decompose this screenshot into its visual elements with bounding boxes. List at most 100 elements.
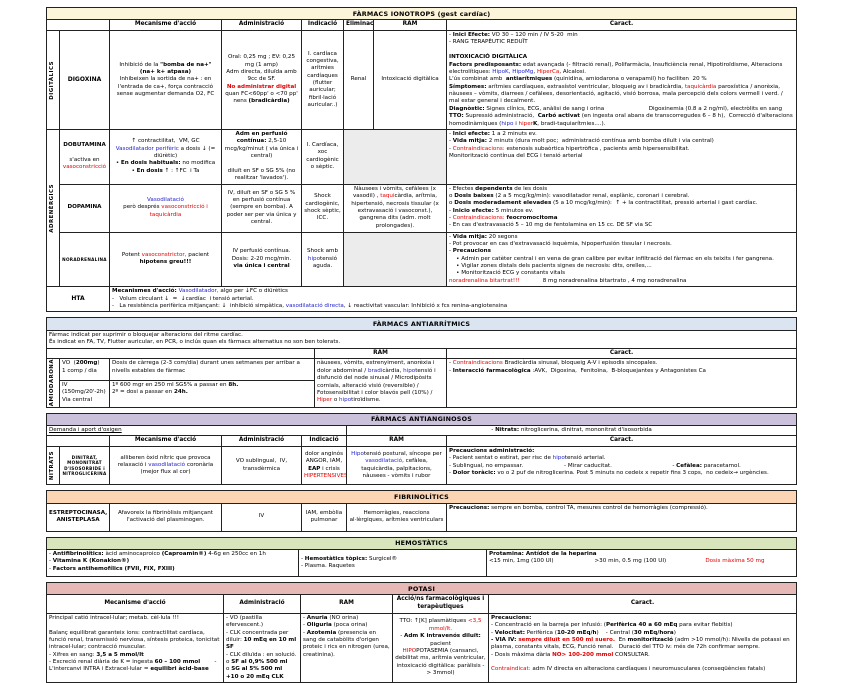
estreptocinasa-ram: Hemorràgies, reaccions al·lèrgiques, arí… — [347, 503, 447, 531]
noradrenalina-row: NORADRENALINA Potent vasoconstrictor, pa… — [47, 232, 797, 287]
estreptocinasa-administration: IV — [222, 503, 302, 531]
digoxina-administration: Oral: 0,25 mg ; EV: 0,25 mg (1 amp)Adm d… — [222, 31, 302, 130]
noradrenalina-mechanism: Potent vasoconstrictor, pacient hipotens… — [110, 232, 222, 287]
nitrats-row: NITRATS DINITRAT,MONONITRATD'ISOSORBIDE … — [47, 447, 797, 485]
dobutamina-indication: I. Cardíaca, xoc cardiogènic o sèptic. — [302, 129, 344, 184]
antiarritmics-section-title: FÀRMACS ANTIARRÍTMICS — [47, 318, 797, 330]
hemostatics-section-title: HEMOSTÀTICS — [47, 537, 797, 549]
antiarritmics-header-row: RAM Caract. — [47, 348, 797, 359]
amiodarona-iv-mechanism: 1º 600 mgr en 250 ml SG5% a passar en 8h… — [110, 380, 315, 407]
header-blank — [47, 348, 315, 359]
potasi-administration: - VO (pastilla efervescent.)- CLK concen… — [224, 613, 301, 682]
nitrats-list-note: - Nitrats: nitroglicerina, dinitrat, mon… — [347, 426, 797, 436]
header-ram: RAM — [301, 595, 393, 613]
dobutamina-ram — [344, 129, 447, 184]
header-blank — [47, 436, 110, 447]
dobutamina-name: DOBUTAMINA s'activa envasoconstricció — [60, 129, 110, 184]
antiarritmics-description: Fàrmac indicat per suprimir o bloquejar … — [47, 330, 797, 348]
noradrenalina-ram — [344, 232, 447, 287]
group-amiodarona-label: AMIODARONA — [49, 359, 56, 406]
digoxina-indication: I. cardíaca congestiva, arítmies cardíaq… — [302, 31, 344, 130]
hta-label: HTA — [47, 287, 110, 312]
group-nitrats-label: NITRATS — [49, 451, 56, 480]
header-ram: RAM — [374, 20, 447, 31]
group-amiodarona: AMIODARONA — [47, 359, 60, 407]
potasi-mechanism: Principal catió intracel·lular; metab. c… — [47, 613, 224, 682]
header-indicacio: Indicació — [302, 20, 344, 31]
pharmacology-sheet: FÀRMACS IONOTROPS (gest cardíac) Mecanis… — [0, 0, 848, 683]
potasi-section-title: POTASI — [47, 583, 797, 595]
potasi-ram: - Anuria (NO orina)- Oliguria (poca orin… — [301, 613, 393, 682]
hemostatics-antifibrinolitics: - Antifibrinolítics: àcid aminocaproico … — [47, 550, 299, 577]
amiodarona-vo-row: AMIODARONA VO (200mg)1 comp / dia Dosis … — [47, 359, 797, 380]
nitrats-indication: dolor anginósANGOR, IAM,EAP i crisisHIPE… — [302, 447, 347, 485]
dopamina-mechanism: Vasodilatacióperò després vasoconstricci… — [110, 184, 222, 232]
header-administracio: Administració — [222, 20, 302, 31]
hta-row: HTA Mecanismes d'acció: Vasodilatador, a… — [47, 287, 797, 312]
header-eliminacio: Eliminació — [344, 20, 374, 31]
dobutamina-caract: - Inici efecte: 1 a 2 minuts ev.- Vida m… — [447, 129, 797, 184]
nitrats-name: DINITRAT,MONONITRATD'ISOSORBIDE iNITROGL… — [60, 447, 110, 485]
dopamina-administration: IV, diluït en SF o SG 5 % en perfusió co… — [222, 184, 302, 232]
digoxina-elimination: Renal — [344, 31, 374, 130]
hemostatics-row: - Antifibrinolítics: àcid aminocaproico … — [47, 550, 797, 577]
potasi-caract: Precaucions:- Concentració en la barreja… — [489, 613, 797, 682]
antianginosos-header-row: Mecanisme d'acció Administració Indicaci… — [47, 436, 797, 447]
estreptocinasa-indication: IAM, embòlia pulmonar — [302, 503, 347, 531]
ionotrops-section-title: FÀRMACS IONOTROPS (gest cardíac) — [47, 8, 797, 20]
dopamina-row: DOPAMINA Vasodilatacióperò després vasoc… — [47, 184, 797, 232]
digoxina-caract: - Inici Efecte: VO 30 – 120 min / IV 5-2… — [447, 31, 797, 130]
amiodarona-iv: IV (150mg/20'-2h)Via central — [60, 380, 110, 407]
nitrats-ram: Hipotensió postural, síncope per vasodil… — [347, 447, 447, 485]
antianginosos-intro-row: Demanda i aport d'oxigen - Nitrats: nitr… — [47, 426, 797, 436]
header-ram: RAM — [315, 348, 447, 359]
noradrenalina-administration: IV perfusió contínua.Dosis: 2-20 mcg/min… — [222, 232, 302, 287]
antiarritmics-table: FÀRMACS ANTIARRÍTMICS Fàrmac indicat per… — [46, 317, 797, 407]
hemostatics-protamina: Protamina: Antídot de la heparina<15 min… — [487, 550, 797, 577]
header-administracio: Administració — [224, 595, 301, 613]
amiodarona-ram: nàusees, vòmits, estrenyiment, anorèxia … — [315, 359, 447, 407]
potasi-actions: TTO: ↑[K] plasmàtiques <3,5 mmol/lt.- Ad… — [393, 613, 489, 682]
dopamina-ram: Nàusees i vòmits, cefàlees (x vasodil) ,… — [344, 184, 447, 232]
header-mecanisme: Mecanisme d'acció — [110, 20, 222, 31]
dobutamina-administration: Adm en perfusió contínua: 2,5-10 mcg/kg/… — [222, 129, 302, 184]
header-caract: Caract. — [447, 436, 797, 447]
estreptocinasa-caract: Precaucions: sempre en bomba, control TA… — [447, 503, 797, 531]
ionotrops-table: FÀRMACS IONOTROPS (gest cardíac) Mecanis… — [46, 7, 797, 312]
digoxina-name: DIGOXINA — [60, 31, 110, 130]
fibrinolitics-table: FIBRINOLÍTICS ESTREPTOCINASA,ANISTEPLASA… — [46, 490, 797, 531]
nitrats-caract: Precaucions administració:- Pacient sent… — [447, 447, 797, 485]
amiodarona-vo-mechanism: Dosis de càrrega (2-3 com/dia) durant un… — [110, 359, 315, 380]
digoxina-row: DIGITÀLICS DIGOXINA Inhibició de la "bom… — [47, 31, 797, 130]
group-adrenergics: ADRENÈRGICS — [47, 129, 60, 286]
noradrenalina-caract: - Vida mitja: 20 segons- Pot provocar en… — [447, 232, 797, 287]
noradrenalina-name: NORADRENALINA — [60, 232, 110, 287]
header-caract: Caract. — [489, 595, 797, 613]
dobutamina-mechanism: ↑ contractilitat, VM, GCVasodilatador pe… — [110, 129, 222, 184]
antianginosos-section-title: FÀRMACS ANTIANGINOSOS — [47, 413, 797, 425]
fibrinolitics-section-title: FIBRINOLÍTICS — [47, 491, 797, 503]
group-adrenergics-label: ADRENÈRGICS — [49, 184, 56, 233]
header-administracio: Administració — [222, 436, 302, 447]
nitrats-administration: VO sublingual, IV, transdèrmica — [222, 447, 302, 485]
group-digitalics: DIGITÀLICS — [47, 31, 60, 130]
amiodarona-caract: - Contraindicacions Bradicàrdia sinusal,… — [447, 359, 797, 407]
antianginosos-table: FÀRMACS ANTIANGINOSOS Demanda i aport d'… — [46, 413, 797, 485]
group-digitalics-label: DIGITÀLICS — [49, 61, 56, 100]
dopamina-caract: - Efectes dependents de les dosiso Dosis… — [447, 184, 797, 232]
amiodarona-vo: VO (200mg)1 comp / dia — [60, 359, 110, 380]
potasi-row: Principal catió intracel·lular; metab. c… — [47, 613, 797, 682]
dobutamina-row: ADRENÈRGICS DOBUTAMINA s'activa envasoco… — [47, 129, 797, 184]
nitrats-mechanism: alliberen òxid nítric que provoca relaxa… — [110, 447, 222, 485]
ionotrops-header-row: Mecanisme d'acció Administració Indicaci… — [47, 20, 797, 31]
header-mecanisme: Mecanisme d'acció — [110, 436, 222, 447]
hemostatics-table: HEMOSTÀTICS - Antifibrinolítics: àcid am… — [46, 537, 797, 577]
header-ram: RAM — [347, 436, 447, 447]
header-accions: Acció/ns farmacològiques i terapèutiques — [393, 595, 489, 613]
hta-content: Mecanismes d'acció: Vasodilatador, algo … — [110, 287, 797, 312]
potasi-header-row: Mecanisme d'acció Administració RAM Acci… — [47, 595, 797, 613]
header-caract: Caract. — [447, 20, 797, 31]
noradrenalina-indication: Shock amb hipotensió aguda. — [302, 232, 344, 287]
digoxina-mechanism: Inhibició de la "bomba de na+" (na+ k+ a… — [110, 31, 222, 130]
potasi-table: POTASI Mecanisme d'acció Administració R… — [46, 582, 797, 683]
